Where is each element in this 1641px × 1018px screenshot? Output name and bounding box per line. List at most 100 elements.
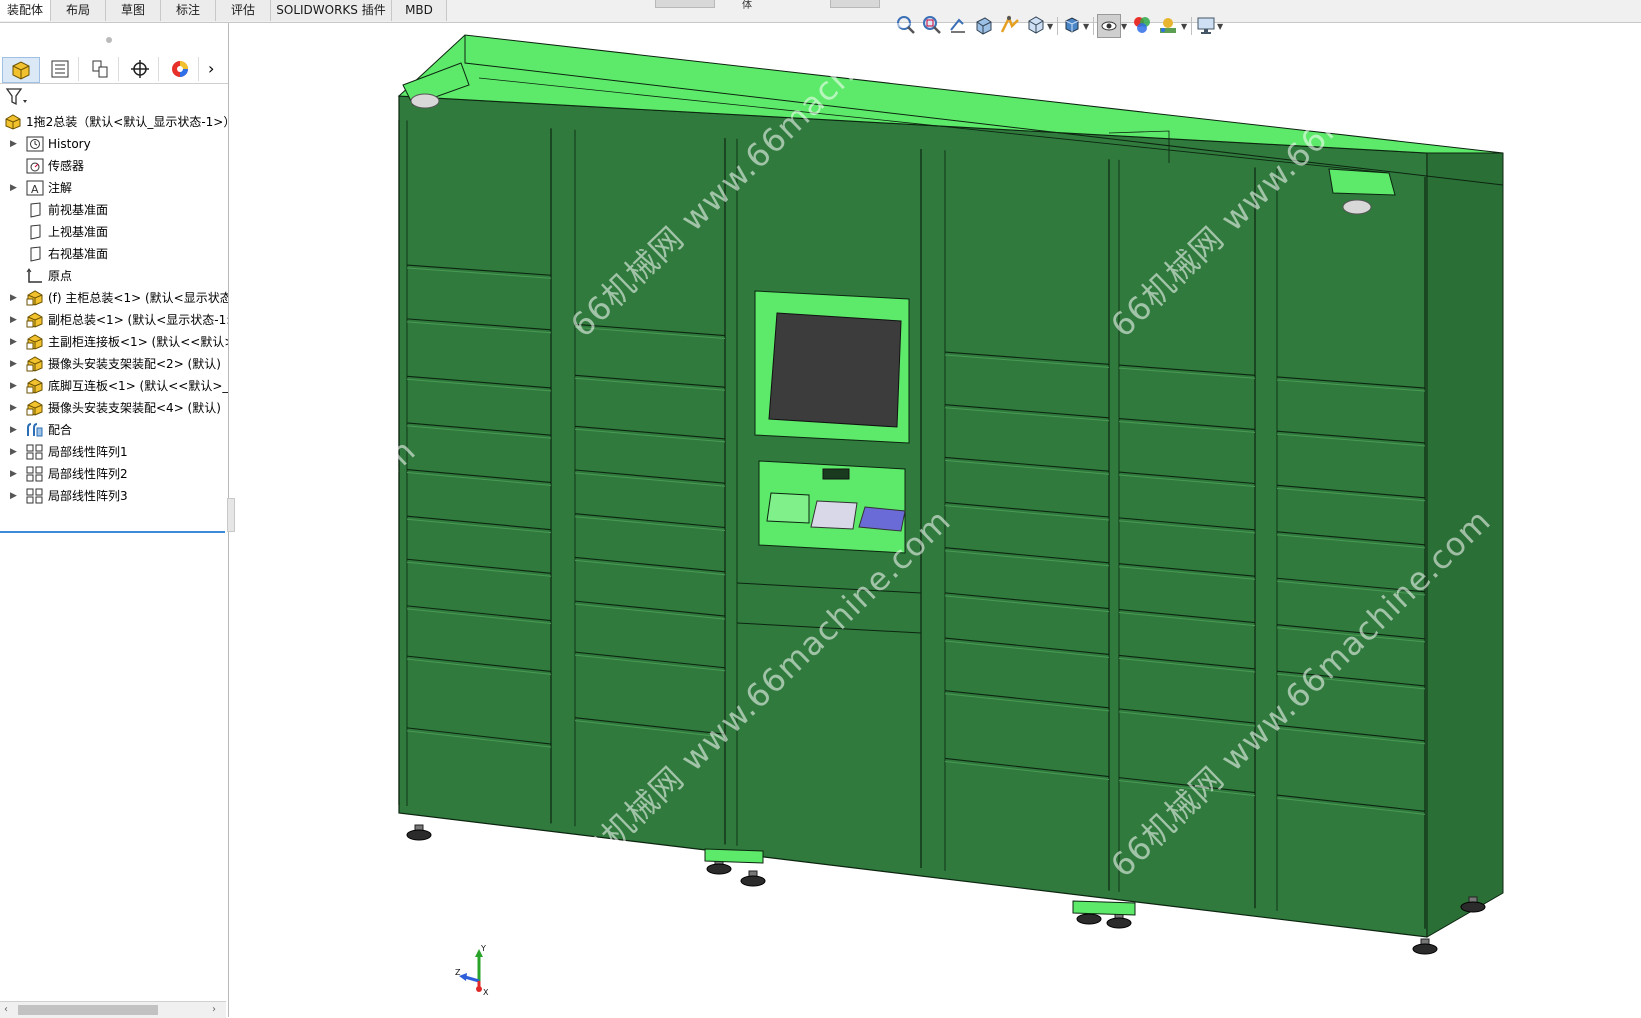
expand-chevron-icon[interactable]: ▶ — [10, 419, 20, 441]
tree-item[interactable]: ▶ History — [0, 133, 228, 155]
foot-pad — [740, 875, 766, 887]
foot-pad — [1460, 901, 1486, 913]
subassembly-icon — [26, 334, 44, 350]
tree-item[interactable]: ▶ 局部线性阵列1 — [0, 441, 228, 463]
foot-pad — [1106, 917, 1132, 929]
tree-item[interactable]: ▶ A 注解 — [0, 177, 228, 199]
expand-chevron-icon[interactable]: ▶ — [10, 441, 20, 463]
base-connector-plate — [1072, 900, 1136, 916]
view-tab-stub-2[interactable] — [830, 0, 880, 8]
scroll-left-icon[interactable]: ‹ — [4, 1002, 8, 1018]
tree-item[interactable]: ▶ 摄像头安装支架装配<2> (默认) — [0, 353, 228, 375]
panel-grip[interactable] — [106, 37, 112, 43]
expand-chevron-icon[interactable]: ▶ — [10, 133, 20, 155]
linear-pattern-icon — [26, 466, 44, 482]
expand-chevron-icon[interactable]: ▶ — [10, 309, 20, 331]
origin-icon — [26, 268, 44, 284]
base-connector-plate — [704, 848, 764, 864]
tree-item-label: History — [48, 137, 91, 151]
tree-item-label: 局部线性阵列1 — [48, 445, 128, 459]
tree-item-label: 摄像头安装支架装配<4> (默认) — [48, 401, 221, 415]
featuremanager-panel: › 1拖2总装（默认<默认_显示状态-1>） ▶ History 传感器 ▶ A 注解 前视… — [0, 23, 229, 1018]
expand-chevron-icon[interactable]: ▶ — [10, 331, 20, 353]
camera-dome — [1342, 199, 1372, 215]
configurationmanager-tab-icon[interactable] — [82, 57, 119, 81]
svg-text:A: A — [31, 183, 39, 196]
tree-item[interactable]: ▶ (f) 主柜总装<1> (默认<显示状态 — [0, 287, 228, 309]
tree-item-label: (f) 主柜总装<1> (默认<显示状态 — [48, 291, 228, 305]
plane-icon — [26, 224, 44, 240]
plane-icon — [26, 202, 44, 218]
view-tab-stub[interactable] — [655, 0, 715, 8]
expand-chevron-icon[interactable]: ▶ — [10, 353, 20, 375]
scroll-right-icon[interactable]: › — [212, 1002, 216, 1018]
tab-assembly[interactable]: 装配体 — [0, 0, 51, 21]
scrollbar-thumb[interactable] — [18, 1005, 158, 1015]
tree-item-label: 上视基准面 — [48, 225, 109, 239]
tree-item-label: 局部线性阵列3 — [48, 489, 128, 503]
assembly-icon — [5, 114, 21, 130]
tree-item[interactable]: 上视基准面 — [0, 221, 228, 243]
tree-item[interactable]: ▶ 摄像头安装支架装配<4> (默认) — [0, 397, 228, 419]
propertymanager-tab-icon[interactable] — [42, 57, 79, 81]
displaymanager-tab-icon[interactable] — [162, 57, 199, 81]
reference-triad: Y Z X — [455, 944, 489, 997]
kiosk-scanner — [766, 492, 810, 524]
tab-layout[interactable]: 布局 — [51, 0, 106, 21]
subassembly-icon — [26, 356, 44, 372]
command-manager-tabs: 装配体 布局 草图 标注 评估 SOLIDWORKS 插件 MBD 体 — [0, 0, 1641, 23]
plane-icon — [26, 246, 44, 262]
tab-mbd[interactable]: MBD — [392, 0, 447, 21]
rollback-bar[interactable] — [0, 531, 225, 533]
camera-bracket — [1328, 168, 1396, 196]
tree-item-label: 传感器 — [48, 159, 85, 173]
tab-sketch[interactable]: 草图 — [106, 0, 161, 21]
tree-item[interactable]: ▶ 配合 — [0, 419, 228, 441]
foot-pad — [406, 829, 432, 841]
tree-item[interactable]: ▶ 副柜总装<1> (默认<显示状态-1: — [0, 309, 228, 331]
graphics-viewport[interactable]: 66机械网 www.66machine.com 66机械网 www.66mach… — [229, 23, 1641, 1017]
expand-chevron-icon[interactable]: ▶ — [10, 485, 20, 507]
subassembly-icon — [26, 290, 44, 306]
triad-y-label: Y — [480, 944, 486, 953]
foot-pad — [1412, 943, 1438, 955]
tree-item[interactable]: ▶ 局部线性阵列2 — [0, 463, 228, 485]
tree-item-label: 配合 — [48, 423, 73, 437]
dimxpert-tab-icon[interactable] — [122, 57, 159, 81]
tree-item[interactable]: 传感器 — [0, 155, 228, 177]
kiosk-printer-slot — [822, 468, 850, 480]
expand-chevron-icon[interactable]: ▶ — [10, 287, 20, 309]
tree-item[interactable]: ▶ 局部线性阵列3 — [0, 485, 228, 507]
filter-icon[interactable] — [4, 86, 30, 108]
tree-root-assembly[interactable]: 1拖2总装（默认<默认_显示状态-1>） — [0, 111, 228, 133]
sensor-icon — [26, 158, 44, 174]
tree-item[interactable]: 右视基准面 — [0, 243, 228, 265]
chevron-right-icon[interactable]: › — [208, 59, 214, 78]
tree-item[interactable]: 原点 — [0, 265, 228, 287]
tab-markup[interactable]: 标注 — [161, 0, 216, 21]
tree-item[interactable]: ▶ 底脚互连板<1> (默认<<默认>_显 — [0, 375, 228, 397]
featuremanager-tab-icon[interactable] — [2, 57, 40, 83]
expand-chevron-icon[interactable]: ▶ — [10, 177, 20, 199]
expand-chevron-icon[interactable]: ▶ — [10, 375, 20, 397]
tab-solidworks-addins[interactable]: SOLIDWORKS 插件 — [271, 0, 392, 21]
tree-item-label: 局部线性阵列2 — [48, 467, 128, 481]
expand-chevron-icon[interactable]: ▶ — [10, 397, 20, 419]
tree-item[interactable]: ▶ 主副柜连接板<1> (默认<<默认> — [0, 331, 228, 353]
tree-item-label: 主副柜连接板<1> (默认<<默认> — [48, 335, 228, 349]
tree-item[interactable]: 前视基准面 — [0, 199, 228, 221]
tab-evaluate[interactable]: 评估 — [216, 0, 271, 21]
kiosk-screen — [768, 312, 902, 428]
featuremanager-horizontal-scrollbar[interactable]: ‹ › — [0, 1001, 226, 1018]
tree-item-label: 右视基准面 — [48, 247, 109, 261]
annotation-icon: A — [26, 180, 44, 196]
foot-pad — [706, 863, 732, 875]
subassembly-icon — [26, 378, 44, 394]
tree-root-label: 1拖2总装（默认<默认_显示状态-1>） — [26, 115, 228, 129]
linear-pattern-icon — [26, 444, 44, 460]
subassembly-icon — [26, 312, 44, 328]
kiosk-keypad — [810, 500, 858, 530]
expand-chevron-icon[interactable]: ▶ — [10, 463, 20, 485]
triad-x-label: X — [483, 988, 489, 997]
tree-item-label: 前视基准面 — [48, 203, 109, 217]
